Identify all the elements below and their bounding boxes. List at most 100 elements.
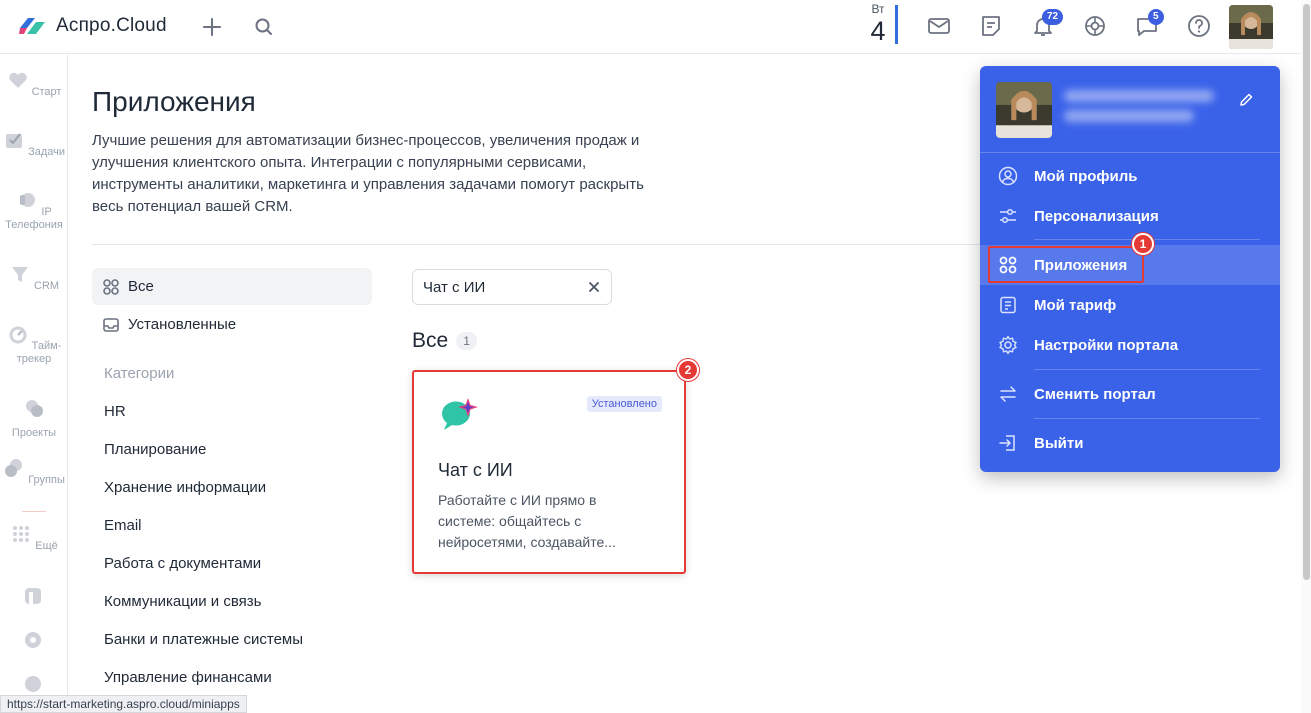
- results-count: 1: [456, 332, 477, 350]
- sidebar-label: Задачи: [28, 146, 65, 158]
- date-weekday: Вт: [871, 2, 885, 16]
- heart-icon: [8, 72, 27, 88]
- support-icon[interactable]: [1082, 13, 1108, 39]
- menu-avatar: [996, 82, 1052, 138]
- category-banks[interactable]: Банки и платежные системы: [104, 631, 303, 648]
- category-finance[interactable]: Управление финансами: [104, 669, 272, 686]
- notes-icon[interactable]: [978, 13, 1004, 39]
- categories-heading: Категории: [104, 365, 175, 382]
- installed-badge: Установлено: [586, 396, 662, 412]
- sliders-icon: [1000, 208, 1016, 224]
- scrollbar-thumb[interactable]: [1303, 4, 1310, 580]
- phone-icon: [20, 193, 36, 207]
- avatar-photo: [1229, 5, 1273, 49]
- menu-item-label: Мой профиль: [1034, 167, 1138, 185]
- category-storage[interactable]: Хранение информации: [104, 479, 266, 496]
- results-title: Все: [412, 329, 449, 352]
- category-documents[interactable]: Работа с документами: [104, 555, 261, 572]
- brand-logo[interactable]: Аспро.Cloud: [18, 14, 167, 38]
- status-bar-url: https://start-marketing.aspro.cloud/mini…: [0, 695, 247, 713]
- sidebar-item-tasks[interactable]: Задачи: [0, 129, 68, 159]
- mail-icon[interactable]: [926, 13, 952, 39]
- left-sidebar: Старт Задачи IP Телефония CRM Тайм- трек…: [0, 55, 68, 713]
- inbox-icon: [103, 317, 119, 332]
- sidebar-label: CRM: [34, 280, 60, 292]
- section-divider: [92, 244, 992, 245]
- blurred-user-info: [1064, 90, 1224, 132]
- filter-all-label: Все: [128, 278, 154, 295]
- logout-icon: [999, 435, 1015, 451]
- sidebar-item-telephony[interactable]: IP Телефония: [0, 189, 68, 232]
- menu-divider: [1034, 369, 1260, 370]
- help-icon[interactable]: [1186, 13, 1212, 39]
- projects-icon: [26, 400, 43, 417]
- sidebar-item-start[interactable]: Старт: [0, 69, 68, 99]
- filter-all[interactable]: Все: [92, 268, 372, 305]
- profile-icon: [998, 166, 1018, 186]
- sidebar-item-crm[interactable]: CRM: [0, 263, 68, 293]
- settings-icon[interactable]: [22, 629, 44, 651]
- clear-icon[interactable]: [587, 280, 601, 294]
- aspro-logo-icon: [19, 18, 45, 34]
- tasks-icon: [6, 133, 22, 148]
- pin-app-icon[interactable]: [22, 585, 44, 607]
- sidebar-label: Ещё: [35, 540, 58, 552]
- swap-icon: [1000, 386, 1016, 402]
- crm-icon: [11, 267, 28, 282]
- step-marker-1: 1: [1132, 233, 1154, 255]
- menu-item-profile[interactable]: Мой профиль: [980, 156, 1280, 196]
- menu-item-logout[interactable]: Выйти: [980, 423, 1280, 463]
- menu-item-label: Мой тариф: [1034, 296, 1117, 314]
- sidebar-divider: [22, 511, 46, 512]
- sidebar-label: Группы: [28, 474, 65, 486]
- menu-item-portal-settings[interactable]: Настройки портала: [980, 325, 1280, 365]
- timer-icon: [9, 326, 27, 344]
- category-hr[interactable]: HR: [104, 403, 126, 420]
- extra-app-icon[interactable]: [22, 673, 44, 695]
- sidebar-item-groups[interactable]: Группы: [0, 457, 68, 487]
- filter-installed[interactable]: Установленные: [92, 306, 372, 343]
- grid-dots-icon: [13, 526, 30, 542]
- app-search-input[interactable]: Чат с ИИ: [412, 269, 612, 305]
- plus-icon[interactable]: [199, 14, 225, 40]
- messages-badge: 5: [1148, 9, 1164, 25]
- category-planning[interactable]: Планирование: [104, 441, 206, 458]
- menu-item-label: Настройки портала: [1034, 336, 1179, 354]
- notifications-badge: 72: [1042, 9, 1064, 25]
- menu-item-personalization[interactable]: Персонализация: [980, 196, 1280, 236]
- category-email[interactable]: Email: [104, 517, 142, 534]
- category-communications[interactable]: Коммуникации и связь: [104, 593, 261, 610]
- menu-divider: [980, 152, 1280, 153]
- messages-button[interactable]: 5: [1134, 9, 1164, 39]
- search-value: Чат с ИИ: [423, 278, 486, 296]
- sidebar-item-timetracker[interactable]: Тайм- трекер: [0, 323, 68, 366]
- tariff-icon: [1000, 296, 1016, 314]
- notifications-button[interactable]: 72: [1030, 9, 1064, 39]
- sidebar-item-more[interactable]: Ещё: [0, 523, 68, 553]
- results-heading: Все 1: [412, 329, 477, 353]
- edit-pencil-icon[interactable]: [1238, 92, 1254, 108]
- menu-item-switch-portal[interactable]: Сменить портал: [980, 374, 1280, 414]
- top-bar: Аспро.Cloud Вт 4 72 5: [0, 0, 1300, 54]
- calendar-date[interactable]: Вт 4: [866, 2, 890, 46]
- apps-grid-icon: [103, 278, 119, 295]
- app-card-ai-chat[interactable]: Установлено Чат с ИИ Работайте с ИИ прям…: [412, 370, 686, 574]
- filter-installed-label: Установленные: [128, 316, 237, 333]
- menu-divider: [1034, 418, 1260, 419]
- sidebar-label: Старт: [31, 86, 62, 98]
- brand-name: Аспро.Cloud: [56, 15, 167, 36]
- user-avatar[interactable]: [1229, 5, 1273, 49]
- ai-chat-logo-icon: [441, 398, 478, 430]
- page-description: Лучшие решения для автоматизации бизнес-…: [92, 132, 644, 215]
- menu-item-label: Выйти: [1034, 434, 1084, 452]
- date-day: 4: [870, 16, 886, 46]
- step-marker-2: 2: [677, 359, 699, 381]
- sidebar-item-projects[interactable]: Проекты: [0, 397, 68, 440]
- menu-item-label: Персонализация: [1034, 207, 1159, 225]
- search-icon[interactable]: [251, 14, 277, 40]
- app-description: Работайте с ИИ прямо в системе: общайтес…: [438, 492, 616, 550]
- page-title: Приложения: [92, 86, 256, 117]
- highlight-apps-menu: [988, 246, 1144, 283]
- menu-item-tariff[interactable]: Мой тариф: [980, 285, 1280, 325]
- menu-item-label: Сменить портал: [1034, 385, 1156, 403]
